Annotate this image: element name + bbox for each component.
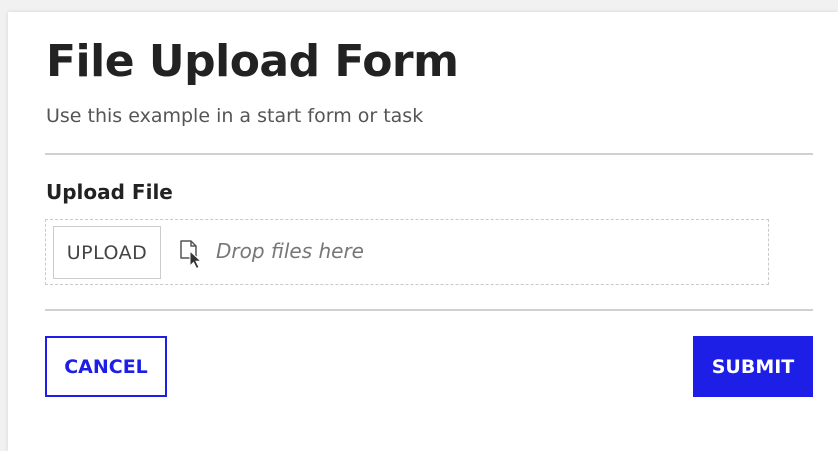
top-divider [45, 153, 813, 155]
drop-files-text: Drop files here [216, 239, 364, 263]
page-title: File Upload Form [46, 36, 459, 87]
form-panel: File Upload Form Use this example in a s… [8, 12, 838, 451]
upload-button[interactable]: UPLOAD [53, 226, 161, 279]
bottom-divider [45, 309, 813, 311]
file-drop-icon [180, 240, 203, 270]
upload-file-label: Upload File [46, 180, 173, 204]
file-dropzone[interactable]: UPLOAD Drop files here [45, 219, 769, 285]
cancel-button[interactable]: CANCEL [45, 336, 167, 397]
submit-button[interactable]: SUBMIT [693, 336, 813, 397]
page-subtitle: Use this example in a start form or task [46, 105, 424, 127]
